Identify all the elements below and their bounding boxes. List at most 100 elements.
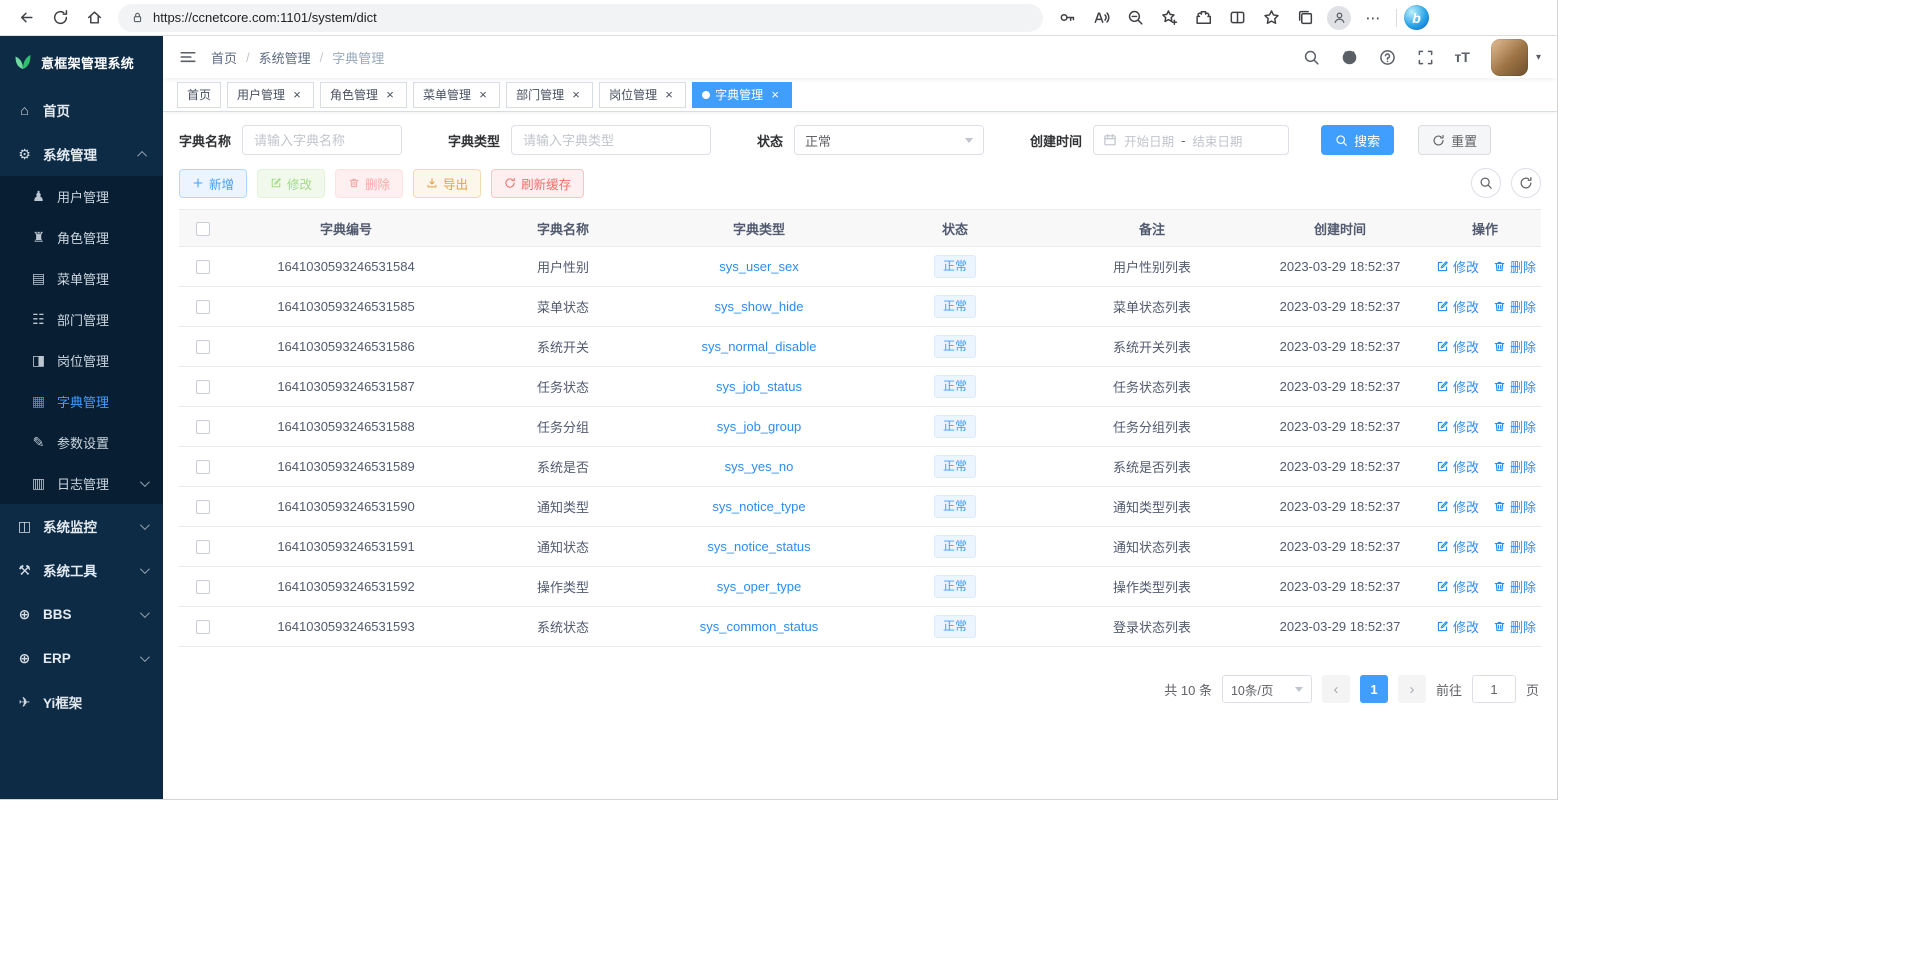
select-all-checkbox[interactable] <box>196 222 210 236</box>
refresh-cache-button[interactable]: 刷新缓存 <box>491 169 584 198</box>
dict-type-link[interactable]: sys_oper_type <box>717 579 802 594</box>
add-favorite-star-icon[interactable] <box>1153 3 1185 33</box>
browser-profile-icon[interactable] <box>1323 3 1355 33</box>
home-button[interactable] <box>78 3 110 33</box>
sidebar-item-home[interactable]: ⌂首页 <box>0 88 163 132</box>
sidebar-item-user-mgmt[interactable]: ♟用户管理 <box>0 176 163 217</box>
zoom-out-icon[interactable] <box>1119 3 1151 33</box>
row-edit-button[interactable]: 修改 <box>1436 297 1479 316</box>
row-checkbox[interactable] <box>196 580 210 594</box>
column-header[interactable]: 字典类型 <box>661 210 857 247</box>
column-header[interactable]: 创建时间 <box>1251 210 1429 247</box>
row-delete-button[interactable]: 删除 <box>1493 457 1536 476</box>
close-tab-icon[interactable]: × <box>290 88 304 102</box>
breadcrumb-item[interactable]: 首页 <box>211 48 237 67</box>
hamburger-icon[interactable] <box>179 48 197 66</box>
row-checkbox[interactable] <box>196 420 210 434</box>
dict-type-input[interactable] <box>511 125 711 155</box>
dict-name-input[interactable] <box>242 125 402 155</box>
sidebar-item-param-settings[interactable]: ✎参数设置 <box>0 422 163 463</box>
sidebar-item-post-mgmt[interactable]: ◨岗位管理 <box>0 340 163 381</box>
tab-6[interactable]: 字典管理× <box>692 82 792 108</box>
sidebar-item-log-mgmt[interactable]: ▥日志管理 <box>0 463 163 504</box>
refresh-button[interactable] <box>44 3 76 33</box>
column-header[interactable]: 状态 <box>857 210 1053 247</box>
extensions-puzzle-icon[interactable] <box>1187 3 1219 33</box>
tab-1[interactable]: 用户管理× <box>227 82 314 108</box>
back-button[interactable] <box>10 3 42 33</box>
favorites-bar-icon[interactable] <box>1255 3 1287 33</box>
delete-button[interactable]: 删除 <box>335 169 403 198</box>
page-1-button[interactable]: 1 <box>1360 675 1388 703</box>
sidebar-item-erp[interactable]: ⊕ERP <box>0 636 163 680</box>
row-edit-button[interactable]: 修改 <box>1436 537 1479 556</box>
dict-type-link[interactable]: sys_common_status <box>700 619 819 634</box>
font-size-icon[interactable]: тT <box>1455 49 1470 65</box>
row-delete-button[interactable]: 删除 <box>1493 337 1536 356</box>
row-edit-button[interactable]: 修改 <box>1436 417 1479 436</box>
app-logo[interactable]: 意框架管理系统 <box>0 36 163 88</box>
dict-type-link[interactable]: sys_job_status <box>716 379 802 394</box>
row-checkbox[interactable] <box>196 500 210 514</box>
column-header[interactable]: 字典名称 <box>465 210 661 247</box>
row-delete-button[interactable]: 删除 <box>1493 537 1536 556</box>
row-checkbox[interactable] <box>196 340 210 354</box>
sidebar-item-dict-mgmt[interactable]: ▦字典管理 <box>0 381 163 422</box>
help-icon[interactable] <box>1379 49 1396 66</box>
user-avatar[interactable] <box>1491 39 1528 76</box>
search-button[interactable]: 搜索 <box>1321 125 1394 155</box>
export-button[interactable]: 导出 <box>413 169 481 198</box>
breadcrumb-item[interactable]: 系统管理 <box>259 48 311 67</box>
split-screen-icon[interactable] <box>1221 3 1253 33</box>
page-size-select[interactable]: 10条/页 <box>1222 675 1312 703</box>
row-delete-button[interactable]: 删除 <box>1493 257 1536 276</box>
row-edit-button[interactable]: 修改 <box>1436 337 1479 356</box>
dict-type-link[interactable]: sys_yes_no <box>725 459 794 474</box>
row-checkbox[interactable] <box>196 540 210 554</box>
close-tab-icon[interactable]: × <box>476 88 490 102</box>
dict-type-link[interactable]: sys_normal_disable <box>702 339 817 354</box>
sidebar-item-system-tools[interactable]: ⚒系统工具 <box>0 548 163 592</box>
sidebar-item-yi-framework[interactable]: ✈Yi框架 <box>0 680 163 724</box>
row-checkbox[interactable] <box>196 380 210 394</box>
row-edit-button[interactable]: 修改 <box>1436 577 1479 596</box>
sidebar-item-menu-mgmt[interactable]: ▤菜单管理 <box>0 258 163 299</box>
sidebar-item-dept-mgmt[interactable]: ☷部门管理 <box>0 299 163 340</box>
close-tab-icon[interactable]: × <box>662 88 676 102</box>
sidebar-item-role-mgmt[interactable]: ♜角色管理 <box>0 217 163 258</box>
tab-2[interactable]: 角色管理× <box>320 82 407 108</box>
row-edit-button[interactable]: 修改 <box>1436 497 1479 516</box>
row-delete-button[interactable]: 删除 <box>1493 617 1536 636</box>
row-checkbox[interactable] <box>196 300 210 314</box>
dict-type-link[interactable]: sys_user_sex <box>719 259 798 274</box>
close-tab-icon[interactable]: × <box>383 88 397 102</box>
row-checkbox[interactable] <box>196 460 210 474</box>
dict-type-link[interactable]: sys_notice_type <box>712 499 805 514</box>
add-button[interactable]: 新增 <box>179 169 247 198</box>
read-aloud-icon[interactable] <box>1085 3 1117 33</box>
row-edit-button[interactable]: 修改 <box>1436 257 1479 276</box>
collections-icon[interactable] <box>1289 3 1321 33</box>
sidebar-item-system-mgmt[interactable]: ⚙系统管理 <box>0 132 163 176</box>
column-header[interactable]: 字典编号 <box>227 210 465 247</box>
refresh-table-button[interactable] <box>1511 168 1541 198</box>
row-checkbox[interactable] <box>196 620 210 634</box>
github-icon[interactable] <box>1341 49 1358 66</box>
edit-button[interactable]: 修改 <box>257 169 325 198</box>
close-tab-icon[interactable]: × <box>569 88 583 102</box>
row-checkbox[interactable] <box>196 260 210 274</box>
tab-5[interactable]: 岗位管理× <box>599 82 686 108</box>
row-delete-button[interactable]: 删除 <box>1493 497 1536 516</box>
password-key-icon[interactable] <box>1051 3 1083 33</box>
sidebar-item-bbs[interactable]: ⊕BBS <box>0 592 163 636</box>
tab-4[interactable]: 部门管理× <box>506 82 593 108</box>
address-bar[interactable]: https://ccnetcore.com:1101/system/dict <box>118 4 1043 32</box>
goto-page-input[interactable] <box>1472 675 1516 703</box>
column-header[interactable]: 备注 <box>1053 210 1251 247</box>
dict-type-link[interactable]: sys_job_group <box>717 419 802 434</box>
date-range-picker[interactable]: 开始日期 - 结束日期 <box>1093 125 1289 155</box>
dict-type-link[interactable]: sys_notice_status <box>707 539 810 554</box>
row-edit-button[interactable]: 修改 <box>1436 377 1479 396</box>
prev-page-button[interactable]: ‹ <box>1322 675 1350 703</box>
row-delete-button[interactable]: 删除 <box>1493 297 1536 316</box>
